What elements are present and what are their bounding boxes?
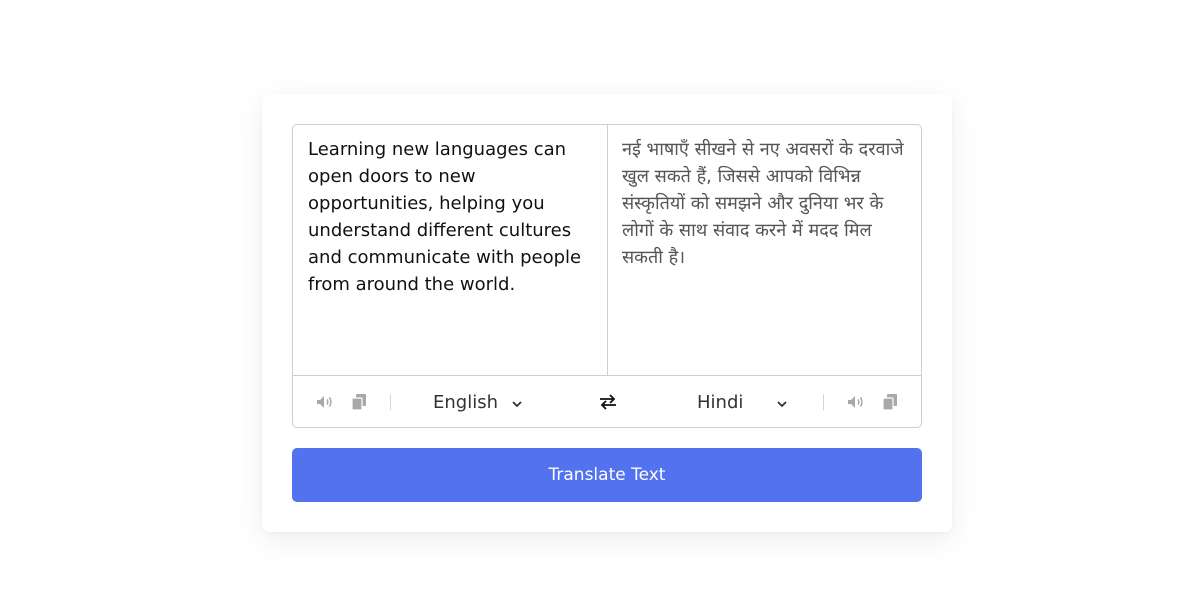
from-icons <box>315 376 369 427</box>
text-input-row: Learning new languages can open doors to… <box>293 125 921 375</box>
exchange-arrows-icon[interactable] <box>596 390 620 414</box>
from-language-label: English <box>433 391 498 413</box>
to-language-select[interactable]: Hindi <box>697 376 788 427</box>
to-icons <box>846 376 900 427</box>
translator-wrapper: Learning new languages can open doors to… <box>292 124 922 428</box>
translate-button[interactable]: Translate Text <box>292 448 922 502</box>
to-speaker-icon[interactable] <box>846 392 866 412</box>
translator-card: Learning new languages can open doors to… <box>262 94 952 532</box>
from-copy-icon[interactable] <box>349 392 369 412</box>
translator-controls: English Hindi <box>293 375 921 427</box>
to-text-area[interactable]: नई भाषाएँ सीखने से नए अवसरों के दरवाजे ख… <box>608 125 921 375</box>
from-text-area[interactable]: Learning new languages can open doors to… <box>293 125 608 375</box>
to-language-label: Hindi <box>697 391 744 413</box>
chevron-down-icon <box>512 392 522 413</box>
from-divider <box>390 394 391 410</box>
from-language-select[interactable]: English <box>433 376 522 427</box>
to-divider <box>823 394 824 410</box>
chevron-down-icon <box>777 392 788 413</box>
to-copy-icon[interactable] <box>880 392 900 412</box>
from-speaker-icon[interactable] <box>315 392 335 412</box>
